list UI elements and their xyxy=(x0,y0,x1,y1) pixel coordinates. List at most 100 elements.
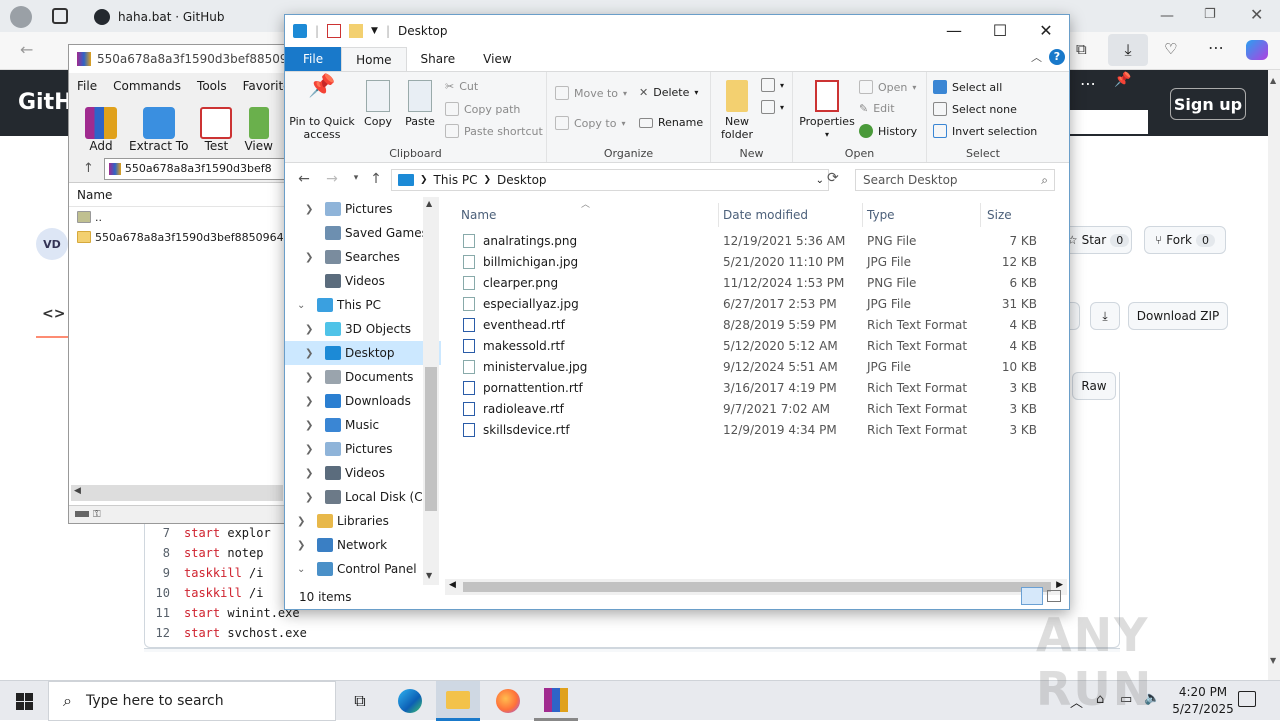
copy-to-button[interactable]: Copy to ▾ xyxy=(555,116,625,130)
page-scrollbar[interactable]: ▲ ▼ xyxy=(1268,70,1280,680)
minimize-icon[interactable]: — xyxy=(931,15,977,45)
chevron-right-icon[interactable]: ❯ xyxy=(305,468,313,479)
sign-up-button[interactable]: Sign up xyxy=(1170,88,1246,120)
fork-button[interactable]: ⑂ Fork 0 xyxy=(1144,226,1226,254)
paste-button[interactable]: Paste xyxy=(403,80,437,128)
details-view-icon[interactable] xyxy=(1021,587,1043,605)
github-more-icon[interactable]: ⋯ xyxy=(1080,74,1096,93)
edit-button[interactable]: ✎ Edit xyxy=(859,102,895,115)
downloads-icon[interactable]: ⤓ xyxy=(1108,34,1148,66)
chevron-right-icon[interactable]: ❯ xyxy=(305,204,313,215)
tab-share[interactable]: Share xyxy=(407,47,470,71)
chevron-down-icon[interactable]: ⌄ xyxy=(297,300,305,311)
file-row[interactable]: analratings.png 12/19/2021 5:36 AM PNG Fil… xyxy=(461,231,1053,252)
nav-item-local-disk[interactable]: ❯ Local Disk (C:) xyxy=(285,485,441,509)
nav-item-videos[interactable]: Videos xyxy=(285,269,441,293)
address-bar[interactable]: ❯ This PC ❯ Desktop ⌄ xyxy=(391,169,829,191)
file-row[interactable]: ministervalue.jpg 9/12/2024 5:51 AM JPG Fi… xyxy=(461,357,1053,378)
nav-item-saved-games[interactable]: Saved Games xyxy=(285,221,441,245)
collapse-ribbon-icon[interactable]: ︿ xyxy=(1031,49,1042,65)
paste-shortcut-button[interactable]: Paste shortcut xyxy=(445,124,543,138)
tab-file[interactable]: File xyxy=(285,47,342,71)
close-browser-icon[interactable]: ✕ xyxy=(1250,5,1263,24)
col-header-size[interactable]: Size xyxy=(987,203,1057,227)
file-row[interactable]: eventhead.rtf 8/28/2019 5:59 PM Rich Text … xyxy=(461,315,1053,336)
copilot-icon[interactable] xyxy=(1246,40,1268,60)
customize-quick-access-icon[interactable]: ▼ xyxy=(371,26,378,36)
performance-icon[interactable]: ♡ xyxy=(1164,40,1177,58)
list-item[interactable]: .. xyxy=(69,207,285,227)
select-all-button[interactable]: Select all xyxy=(933,80,1002,94)
close-icon[interactable]: ✕ xyxy=(1023,15,1069,45)
chevron-right-icon[interactable]: ❯ xyxy=(305,372,313,383)
col-header-date[interactable]: Date modified xyxy=(723,203,863,227)
properties-button[interactable]: Properties ▾ xyxy=(799,80,855,141)
edge-icon[interactable] xyxy=(388,681,432,721)
tab-home[interactable]: Home xyxy=(341,47,407,71)
view-button[interactable]: View xyxy=(244,107,273,153)
list-item[interactable]: 550a678a8a3f1590d3bef8850964765c xyxy=(69,227,285,247)
add-button[interactable]: Add xyxy=(85,107,117,153)
task-view-icon[interactable]: ⧉ xyxy=(338,681,382,721)
nav-item-libraries[interactable]: ❯ Libraries xyxy=(285,509,441,533)
avatar[interactable]: VD xyxy=(36,228,68,260)
chevron-right-icon[interactable]: ❯ xyxy=(305,444,313,455)
nav-item-downloads[interactable]: ❯ Downloads xyxy=(285,389,441,413)
extract-to-button[interactable]: Extract To xyxy=(129,107,188,153)
open-button[interactable]: Open ▾ xyxy=(859,80,916,94)
download-raw-button[interactable]: ⤓ xyxy=(1090,302,1120,330)
nav-item-videos[interactable]: ❯ Videos xyxy=(285,461,441,485)
download-zip-button[interactable]: Download ZIP xyxy=(1128,302,1228,330)
nav-item-this-pc[interactable]: ⌄ This PC xyxy=(285,293,441,317)
file-row[interactable]: radioleave.rtf 9/7/2021 7:02 AM Rich Text … xyxy=(461,399,1053,420)
winrar-path-field[interactable]: 550a678a8a3f1590d3bef8 xyxy=(103,157,285,180)
scroll-up-icon[interactable]: ▲ xyxy=(1270,76,1276,85)
select-none-button[interactable]: Select none xyxy=(933,102,1017,116)
new-item-button[interactable]: ▾ xyxy=(761,78,784,92)
firefox-icon[interactable] xyxy=(486,681,530,721)
back-icon[interactable]: ← xyxy=(293,171,315,187)
properties-quick-icon[interactable] xyxy=(327,24,342,38)
nav-item-pictures[interactable]: ❯ Pictures xyxy=(285,437,441,461)
winrar-menu-file[interactable]: File xyxy=(77,79,97,93)
up-icon[interactable]: ↑ xyxy=(365,171,387,187)
pin-quick-access-button[interactable]: 📌 Pin to Quick access xyxy=(289,76,355,142)
file-row[interactable]: skillsdevice.rtf 12/9/2019 4:34 PM Rich Te… xyxy=(461,420,1053,441)
browser-tab[interactable]: haha.bat · GitHub xyxy=(84,2,304,32)
chevron-right-icon[interactable]: ❯ xyxy=(305,348,313,359)
help-icon[interactable]: ? xyxy=(1049,49,1065,65)
code-tab-icon[interactable]: <> xyxy=(42,306,65,322)
nav-scroll-up-icon[interactable]: ▲ xyxy=(426,199,432,208)
nav-item-pictures[interactable]: ❯ Pictures xyxy=(285,197,441,221)
large-icons-view-icon[interactable] xyxy=(1047,590,1061,602)
nav-item-control-panel[interactable]: ⌄ Control Panel xyxy=(285,557,441,581)
address-dropdown-icon[interactable]: ⌄ xyxy=(816,175,824,186)
recent-locations-icon[interactable]: ▾ xyxy=(345,173,367,183)
star-button[interactable]: ☆ Star 0 xyxy=(1064,226,1132,254)
minimize-browser-icon[interactable]: — xyxy=(1160,8,1174,24)
chevron-right-icon[interactable]: ❯ xyxy=(305,420,313,431)
up-folder-icon[interactable]: ↑ xyxy=(83,161,94,176)
refresh-icon[interactable]: ⟳ xyxy=(827,170,839,186)
nav-scroll-down-icon[interactable]: ▼ xyxy=(426,571,432,580)
back-icon[interactable]: ← xyxy=(20,40,33,59)
nav-scroll-thumb[interactable] xyxy=(425,367,437,511)
file-row[interactable]: clearper.png 11/12/2024 1:53 PM PNG File 6 … xyxy=(461,273,1053,294)
maximize-icon[interactable]: ☐ xyxy=(977,15,1023,45)
file-row[interactable]: makessold.rtf 5/12/2020 5:12 AM Rich Text … xyxy=(461,336,1053,357)
col-header-type[interactable]: Type xyxy=(867,203,981,227)
explorer-titlebar[interactable]: | ▼ | Desktop — ☐ ✕ xyxy=(285,15,1069,47)
file-row[interactable]: billmichigan.jpg 5/21/2020 11:10 PM JPG Fi… xyxy=(461,252,1053,273)
new-folder-button[interactable]: New folder xyxy=(717,80,757,141)
restore-browser-icon[interactable]: ❐ xyxy=(1204,7,1216,22)
pin-icon[interactable]: 📌 xyxy=(1114,72,1131,88)
nav-scrollbar[interactable]: ▲ ▼ xyxy=(423,197,439,585)
tab-view[interactable]: View xyxy=(469,47,525,71)
search-input[interactable]: Search Desktop ⌕ xyxy=(855,169,1055,191)
chevron-right-icon[interactable]: ❯ xyxy=(305,324,313,335)
breadcrumb-desktop[interactable]: Desktop xyxy=(497,173,547,187)
winrar-taskbar-icon[interactable] xyxy=(534,681,578,721)
rename-button[interactable]: Rename xyxy=(639,116,703,129)
nav-item-documents[interactable]: ❯ Documents xyxy=(285,365,441,389)
new-folder-quick-icon[interactable] xyxy=(349,24,364,38)
